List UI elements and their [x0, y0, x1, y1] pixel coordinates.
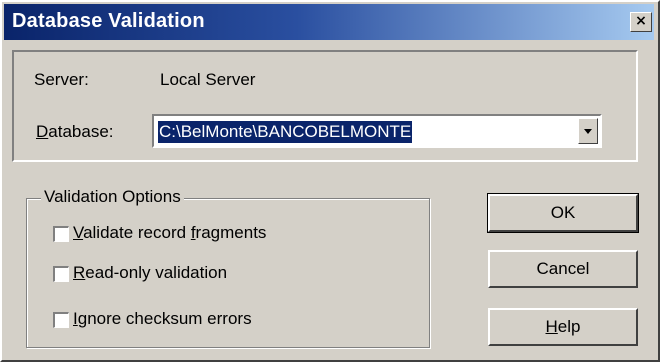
- close-button[interactable]: ×: [630, 12, 652, 32]
- title-bar[interactable]: Database Validation ×: [4, 4, 654, 40]
- database-combobox[interactable]: C:\BelMonte\BANCOBELMONTE: [152, 114, 602, 148]
- validation-options-group: Validation Options Validate record fragm…: [26, 187, 430, 348]
- label-part: gnore checksum errors: [77, 309, 252, 328]
- label-part: ragments: [195, 223, 267, 242]
- help-mnemonic: H: [545, 317, 558, 336]
- checkbox-label: Validate record fragments: [73, 223, 266, 243]
- help-label-rest: elp: [557, 317, 581, 336]
- cancel-button[interactable]: Cancel: [488, 250, 638, 288]
- server-label: Server:: [34, 70, 89, 89]
- database-label-rest: atabase:: [48, 122, 114, 141]
- server-value: Local Server: [160, 70, 256, 89]
- database-validation-dialog: Database Validation × Server: Local Serv…: [0, 0, 660, 362]
- checkbox-box[interactable]: [53, 226, 69, 242]
- chevron-down-icon: [584, 129, 592, 134]
- database-dropdown-button[interactable]: [578, 118, 598, 144]
- label-part: ead-only validation: [85, 263, 228, 282]
- checkbox-ignore-checksum-errors[interactable]: Ignore checksum errors: [53, 309, 333, 331]
- mnemonic-r: R: [73, 263, 86, 282]
- validation-options-title: Validation Options: [41, 187, 184, 207]
- database-label-mnemonic: D: [36, 122, 49, 141]
- checkbox-box[interactable]: [53, 266, 69, 282]
- checkbox-box[interactable]: [53, 312, 69, 328]
- help-button[interactable]: Help: [488, 308, 638, 346]
- mnemonic-v: V: [73, 223, 84, 242]
- label-part: alidate record: [83, 223, 191, 242]
- checkbox-label: Ignore checksum errors: [73, 309, 252, 329]
- checkbox-validate-record-fragments[interactable]: Validate record fragments: [53, 223, 353, 245]
- close-icon: ×: [635, 13, 647, 29]
- checkbox-read-only-validation[interactable]: Read-only validation: [53, 263, 313, 285]
- checkbox-label: Read-only validation: [73, 263, 227, 283]
- database-value[interactable]: C:\BelMonte\BANCOBELMONTE: [158, 121, 413, 143]
- window-title: Database Validation: [12, 10, 205, 32]
- ok-button[interactable]: OK: [487, 193, 639, 233]
- database-label: Database:: [36, 122, 114, 142]
